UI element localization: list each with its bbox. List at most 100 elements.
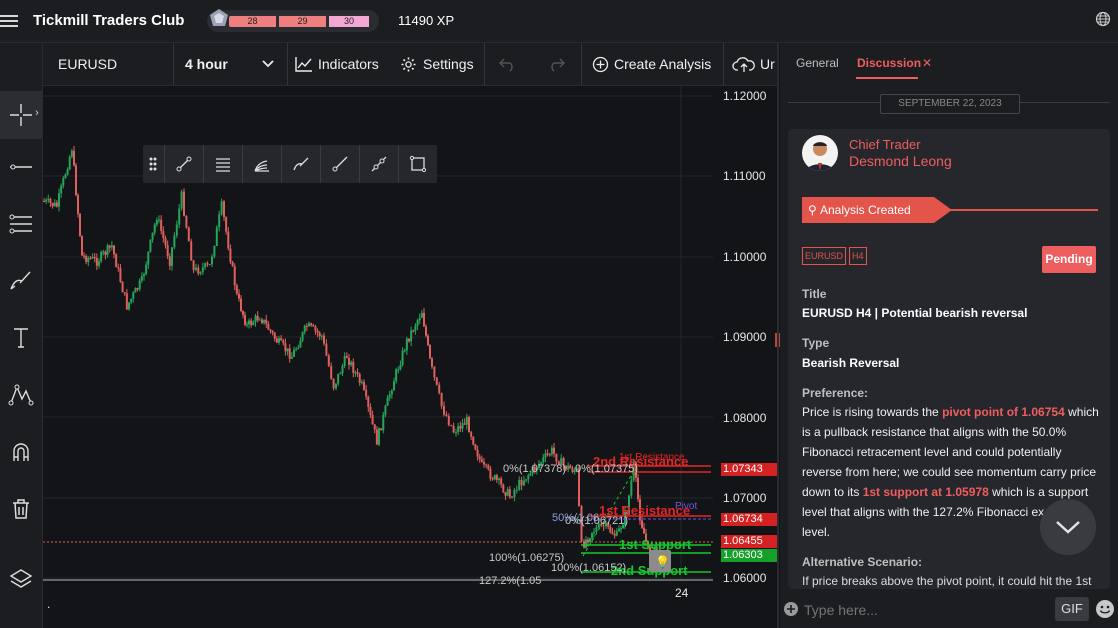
drag-handle[interactable] xyxy=(143,145,163,183)
text-tool[interactable] xyxy=(0,314,42,362)
candle-body xyxy=(343,356,346,366)
candle-body xyxy=(405,338,408,351)
candle-body xyxy=(286,348,289,352)
candle-body xyxy=(171,247,173,266)
candle-body xyxy=(414,325,417,331)
price-label: 1.07000 xyxy=(723,491,767,505)
emoji-icon[interactable] xyxy=(1095,599,1115,619)
candle-body xyxy=(523,480,525,486)
fib-fan-icon xyxy=(254,160,269,172)
gif-button[interactable]: GIF xyxy=(1055,597,1089,621)
palette-fib-fan[interactable] xyxy=(242,145,281,183)
redo-icon[interactable] xyxy=(547,56,565,72)
candle-body xyxy=(395,369,398,382)
price-label: 1.10000 xyxy=(723,250,767,264)
extended-line-icon xyxy=(371,156,387,172)
palette-fib[interactable] xyxy=(203,145,242,183)
upload-button[interactable]: Ur xyxy=(732,43,775,85)
candle-body xyxy=(403,350,406,352)
candle-body xyxy=(117,267,120,269)
crosshair-icon xyxy=(10,104,32,126)
preference-text-part: Price is rising towards the xyxy=(802,405,943,419)
indicators-button[interactable]: Indicators xyxy=(295,43,379,85)
candle-body xyxy=(213,246,216,257)
title-label: Title xyxy=(802,287,827,301)
palette-rectangle[interactable] xyxy=(398,145,437,183)
candle-body xyxy=(160,219,163,231)
candle-body xyxy=(341,365,344,374)
candle-body xyxy=(420,312,423,318)
magnet-tool[interactable] xyxy=(0,428,42,476)
candle-body xyxy=(550,447,553,455)
scroll-down-button[interactable] xyxy=(1040,499,1096,555)
candle-body xyxy=(303,325,306,333)
palette-ray[interactable] xyxy=(320,145,359,183)
candle-body xyxy=(371,414,374,425)
layers-tool[interactable] xyxy=(0,555,42,603)
candle-body xyxy=(515,489,518,491)
tab-discussion[interactable]: Discussion xyxy=(857,56,921,70)
candle-body xyxy=(520,479,523,486)
candle-body xyxy=(367,396,370,408)
candle-body xyxy=(472,436,475,445)
palette-trendline[interactable] xyxy=(164,145,203,183)
menu-icon[interactable] xyxy=(0,12,18,30)
candle-body xyxy=(132,292,135,299)
candle-body xyxy=(555,453,558,462)
candle-body xyxy=(397,369,400,371)
parallel-channel-tool[interactable] xyxy=(0,200,42,248)
globe-icon[interactable] xyxy=(1095,11,1111,27)
candle-body xyxy=(83,255,85,257)
candle-body xyxy=(429,344,431,359)
candle-body xyxy=(238,293,240,299)
settings-button[interactable]: Settings xyxy=(400,43,474,85)
pattern-tool[interactable] xyxy=(0,371,42,419)
delete-tool[interactable] xyxy=(0,485,42,533)
candle-body xyxy=(271,331,274,333)
symbol-selector[interactable]: EURUSD xyxy=(58,43,117,85)
author-name[interactable]: Desmond Leong xyxy=(849,153,952,169)
candle-body xyxy=(293,349,295,357)
price-label: 1.12000 xyxy=(723,89,767,103)
brush-tool[interactable] xyxy=(0,257,42,305)
pivot-highlight: pivot point of 1.06754 xyxy=(942,405,1065,419)
undo-icon[interactable] xyxy=(499,56,517,72)
toolbar-divider xyxy=(173,43,174,85)
candle-body xyxy=(452,425,455,433)
candle-body xyxy=(463,423,466,425)
candle-body xyxy=(301,332,304,341)
candle-body xyxy=(613,534,616,536)
candle-body xyxy=(254,315,257,323)
palette-extended-line[interactable] xyxy=(359,145,398,183)
candle-body xyxy=(123,292,126,294)
palette-brush[interactable] xyxy=(281,145,320,183)
candle-body xyxy=(284,343,287,352)
candle-body xyxy=(542,457,545,463)
price-tag: 1.06455 xyxy=(721,535,778,548)
candle-body xyxy=(401,350,404,365)
candle-body xyxy=(332,378,335,389)
candle-body xyxy=(220,201,223,215)
timeframe-selector[interactable]: 4 hour xyxy=(185,43,228,85)
candle-body xyxy=(187,227,190,242)
candle-body xyxy=(423,312,425,327)
candle-body xyxy=(211,256,213,265)
create-analysis-button[interactable]: Create Analysis xyxy=(592,43,711,85)
plus-circle-icon[interactable] xyxy=(783,601,799,617)
tab-general[interactable]: General xyxy=(796,56,839,70)
grip-icon xyxy=(149,157,157,171)
candle-body xyxy=(546,453,549,455)
text-icon xyxy=(14,328,28,348)
status-badge: Pending xyxy=(1042,246,1096,273)
expand-tools-button[interactable]: › xyxy=(32,91,42,135)
alt-scenario-text: If price breaks above the pivot point, i… xyxy=(802,574,1092,588)
avatar[interactable] xyxy=(802,135,838,171)
chevron-down-icon[interactable] xyxy=(261,58,275,70)
status-label: Analysis Created xyxy=(820,203,911,217)
price-axis[interactable]: 1.12000 1.11000 1.10000 1.09000 1.08000 … xyxy=(713,86,778,612)
message-input[interactable] xyxy=(802,598,1046,622)
candle-body xyxy=(641,520,643,528)
line-tool[interactable] xyxy=(0,143,42,191)
chart-toolbar: EURUSD 4 hour Indicators Settings Create… xyxy=(43,43,777,86)
close-tab-icon[interactable]: ✕ xyxy=(922,56,932,70)
